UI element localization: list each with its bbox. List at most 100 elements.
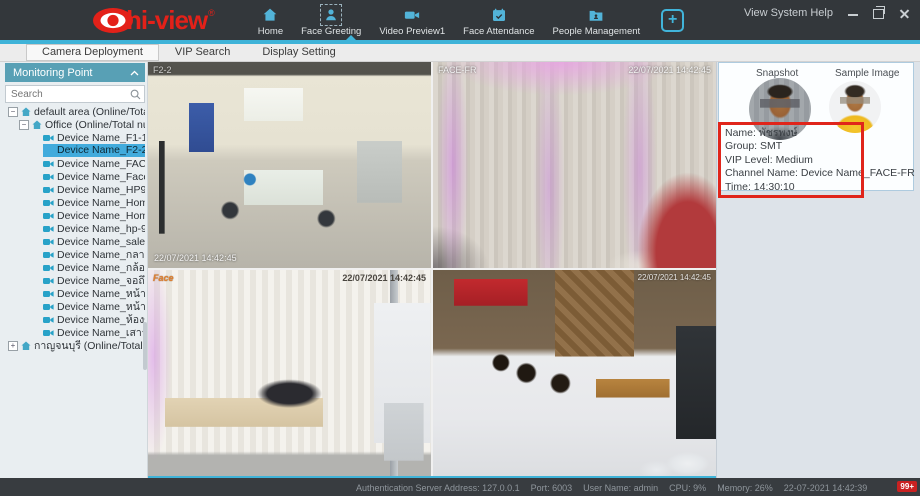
- tree-expander-icon[interactable]: −: [8, 107, 18, 117]
- tree-item[interactable]: Device Name_Face: [5, 170, 145, 183]
- status-user-name: User Name: admin: [583, 483, 658, 493]
- monitoring-point-sidebar: Monitoring Point −: [0, 62, 148, 478]
- nav-home[interactable]: Home: [249, 3, 292, 37]
- nav-face-greeting[interactable]: Face Greeting: [292, 3, 370, 37]
- tree-item[interactable]: Device Name_จอถึงวอล2: [5, 274, 145, 287]
- camera-icon: [43, 173, 54, 181]
- camera-icon: [43, 251, 54, 259]
- status-memory: Memory: 26%: [717, 483, 773, 493]
- tree-item-label: Device Name_sale3-2: [57, 236, 145, 248]
- tree-item[interactable]: Device Name_sale3-2: [5, 235, 145, 248]
- vip-level: VIP Level: Medium: [725, 154, 915, 167]
- tree-expander-icon[interactable]: +: [8, 341, 18, 351]
- tree-item[interactable]: Device Name_เสารักกลาง...: [5, 326, 145, 339]
- close-button[interactable]: [899, 8, 910, 18]
- minimize-button[interactable]: [848, 8, 858, 18]
- tree-item[interactable]: − Office (Online/Total numb...: [5, 118, 145, 131]
- camera-icon: [43, 316, 54, 324]
- tree-expander-icon[interactable]: −: [19, 120, 29, 130]
- camera-feed-2[interactable]: FACE-FR 22/07/2021 14:42:45: [433, 62, 716, 268]
- tab-vip-search[interactable]: VIP Search: [159, 44, 246, 61]
- tree-item[interactable]: Device Name_Home-F5-1: [5, 209, 145, 222]
- sample-image-label: Sample Image: [835, 68, 899, 79]
- camera-3-timestamp: 22/07/2021 14:42:45: [342, 273, 426, 283]
- tree-item[interactable]: Device Name_hp-97b80: [5, 222, 145, 235]
- camera-icon: [43, 277, 54, 285]
- tab-camera-deployment[interactable]: Camera Deployment: [26, 44, 159, 61]
- tree-item-label: Device Name_Home-F3-1: [57, 197, 145, 209]
- close-icon: [899, 8, 910, 19]
- search-input[interactable]: [9, 88, 130, 101]
- vip-channel: Channel Name: Device Name_FACE-FR: [725, 167, 915, 180]
- nav-face-attendance-label: Face Attendance: [463, 26, 534, 37]
- tree-item[interactable]: Device Name_หน้าบ้าน: [5, 287, 145, 300]
- tree-item[interactable]: Device Name_กลางหน้าก...: [5, 248, 145, 261]
- camera-feed-4[interactable]: 22/07/2021 14:42:45: [433, 270, 716, 476]
- nav-people-management[interactable]: People Management: [543, 3, 649, 37]
- camera-icon: [43, 186, 54, 194]
- tree-item[interactable]: Device Name_Home-F3-1: [5, 196, 145, 209]
- status-auth-server: Authentication Server Address: 127.0.0.1: [356, 483, 520, 493]
- camera-2-label: FACE-FR: [438, 65, 477, 75]
- tree-item[interactable]: − default area (Online/Total n...: [5, 105, 145, 118]
- tree-item-label: Device Name_เสารักกลาง...: [57, 326, 145, 339]
- status-bar: Authentication Server Address: 127.0.0.1…: [0, 478, 920, 496]
- camera-feed-3[interactable]: Face 22/07/2021 14:42:45: [148, 270, 431, 476]
- tree-item[interactable]: Device Name_กล้อง IP: [5, 261, 145, 274]
- tree-item-label: Device Name_FACE-FR: [57, 158, 145, 170]
- camera-4-timestamp: 22/07/2021 14:42:45: [638, 273, 711, 282]
- recognition-card: Snapshot Sample Image Name: พัชรพงษ์ Gro…: [718, 62, 914, 191]
- main-content: Monitoring Point −: [0, 62, 920, 478]
- tree-item[interactable]: Device Name_F2-2: [5, 144, 145, 157]
- minimize-icon: [848, 14, 858, 16]
- add-module-button[interactable]: +: [661, 9, 684, 32]
- status-items: Authentication Server Address: 127.0.0.1…: [356, 483, 867, 493]
- tree-item-label: Device Name_F1-1: [57, 132, 145, 144]
- restore-button[interactable]: [873, 8, 884, 18]
- camera-feed-1[interactable]: F2-2 22/07/2021 14:42:45: [148, 62, 431, 268]
- camera-1-timestamp: 22/07/2021 14:42:45: [154, 253, 237, 263]
- tree-item-label: กาญจนบุรี (Online/Total nu...: [34, 339, 145, 352]
- camera-icon: [43, 212, 54, 220]
- collapse-chevron-icon: [130, 70, 139, 76]
- camera-3-label: Face: [153, 273, 174, 283]
- restore-icon: [873, 9, 884, 19]
- tree-item-label: Device Name_จอถึงวอล2: [57, 274, 145, 287]
- monitoring-point-header[interactable]: Monitoring Point: [5, 63, 145, 82]
- tree-item[interactable]: Device Name_ห้องของซ่อม: [5, 313, 145, 326]
- nav-people-management-label: People Management: [552, 26, 640, 37]
- nav-home-label: Home: [258, 26, 283, 37]
- search-icon: [130, 89, 141, 100]
- tree-item-label: default area (Online/Total n...: [34, 106, 145, 118]
- nav-video-preview[interactable]: Video Preview1: [370, 3, 454, 37]
- tree-item-label: Device Name_HP97B20...: [57, 184, 145, 196]
- tree-item-label: Office (Online/Total numb...: [45, 119, 145, 131]
- tree-item[interactable]: Device Name_F1-1: [5, 131, 145, 144]
- tree-item[interactable]: Device Name_HP97B20...: [5, 183, 145, 196]
- help-menu[interactable]: View System Help: [744, 7, 833, 19]
- tree-item-label: Device Name_หน้าบ้าน: [57, 287, 145, 300]
- vip-time: Time: 14:30:10: [725, 181, 915, 194]
- nav-face-attendance[interactable]: Face Attendance: [454, 3, 543, 37]
- tree-item-label: Device Name_ห้องของซ่อม: [57, 313, 145, 326]
- people-folder-icon: [587, 6, 605, 24]
- nav-video-preview-label: Video Preview1: [379, 26, 445, 37]
- top-bar: hi-view ® Home Face Greeting Video Pr: [0, 0, 920, 40]
- sidebar-search-box: [5, 85, 145, 103]
- tab-display-setting[interactable]: Display Setting: [246, 44, 351, 61]
- sidebar-scrollbar[interactable]: [143, 322, 147, 370]
- camera-icon: [43, 303, 54, 311]
- camera-icon: [43, 225, 54, 233]
- tree-item[interactable]: Device Name_FACE-FR: [5, 157, 145, 170]
- tree-item[interactable]: + กาญจนบุรี (Online/Total nu...: [5, 339, 145, 352]
- tree-item-label: Device Name_F2-2: [43, 144, 145, 157]
- home-icon: [261, 6, 279, 24]
- logo-text: hi-view: [126, 0, 207, 40]
- tree-item-label: Device Name_hp-97b80: [57, 223, 145, 235]
- area-icon: [32, 120, 42, 130]
- camera-icon: [43, 134, 54, 142]
- main-nav: Home Face Greeting Video Preview1 Face A…: [249, 3, 684, 37]
- alert-count-badge[interactable]: 99+: [897, 481, 917, 492]
- camera-icon: [43, 199, 54, 207]
- tree-item[interactable]: Device Name_หน้าบ้านข้าง: [5, 300, 145, 313]
